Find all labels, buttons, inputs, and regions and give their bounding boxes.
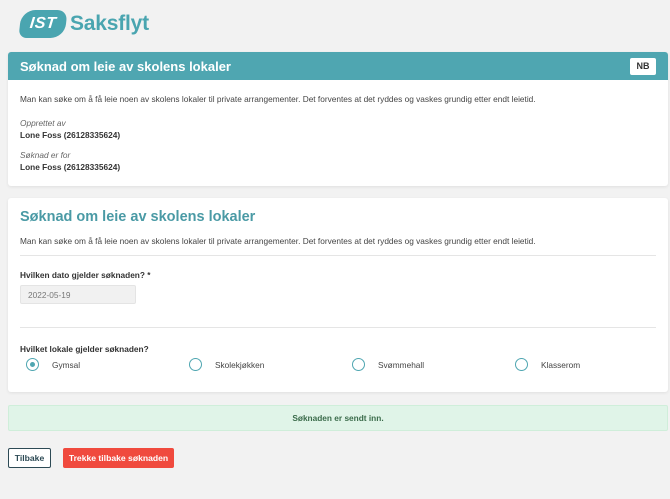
radio-icon[interactable] [189, 358, 202, 371]
created-by-label: Opprettet av [20, 118, 66, 128]
info-card: Søknad om leie av skolens lokaler NB Man… [8, 52, 668, 186]
divider [20, 255, 656, 256]
date-question-label: Hvilken dato gjelder søknaden? * [20, 270, 151, 280]
applicant-label: Søknad er for [20, 150, 71, 160]
room-question-label: Hvilket lokale gjelder søknaden? [20, 344, 149, 354]
room-option-skolekjokken[interactable]: Skolekjøkken [189, 358, 264, 371]
room-option-label: Svømmehall [378, 359, 425, 370]
success-message: Søknaden er sendt inn. [8, 405, 668, 431]
radio-selected-icon[interactable] [26, 358, 39, 371]
withdraw-application-button[interactable]: Trekke tilbake søknaden [63, 448, 174, 468]
radio-icon[interactable] [515, 358, 528, 371]
created-by-value: Lone Foss (26128335624) [20, 130, 121, 140]
date-input[interactable] [20, 285, 136, 304]
room-option-label: Klasserom [541, 359, 581, 370]
application-form-card: Søknad om leie av skolens lokaler Man ka… [8, 198, 668, 392]
info-card-intro: Man kan søke om å få leie noen av skolen… [20, 94, 536, 104]
info-card-header: Søknad om leie av skolens lokaler NB [8, 52, 668, 80]
divider [20, 327, 656, 328]
logo-text: Saksflyt [70, 12, 149, 35]
form-title: Søknad om leie av skolens lokaler [20, 209, 256, 225]
ist-saksflyt-logo[interactable]: IST Saksflyt [18, 9, 149, 39]
room-option-svommehall[interactable]: Svømmehall [352, 358, 424, 371]
room-option-label: Gymsal [52, 359, 81, 370]
logo-badge: IST [18, 10, 68, 38]
back-button[interactable]: Tilbake [8, 448, 51, 468]
applicant-value: Lone Foss (26128335624) [20, 162, 121, 172]
language-button[interactable]: NB [630, 57, 656, 75]
room-option-label: Skolekjøkken [215, 359, 265, 370]
room-option-klasserom[interactable]: Klasserom [515, 358, 580, 371]
room-option-gymsal[interactable]: Gymsal [26, 358, 80, 371]
info-card-title: Søknad om leie av skolens lokaler [20, 58, 231, 74]
form-intro: Man kan søke om å få leie noen av skolen… [20, 236, 536, 246]
radio-icon[interactable] [352, 358, 365, 371]
